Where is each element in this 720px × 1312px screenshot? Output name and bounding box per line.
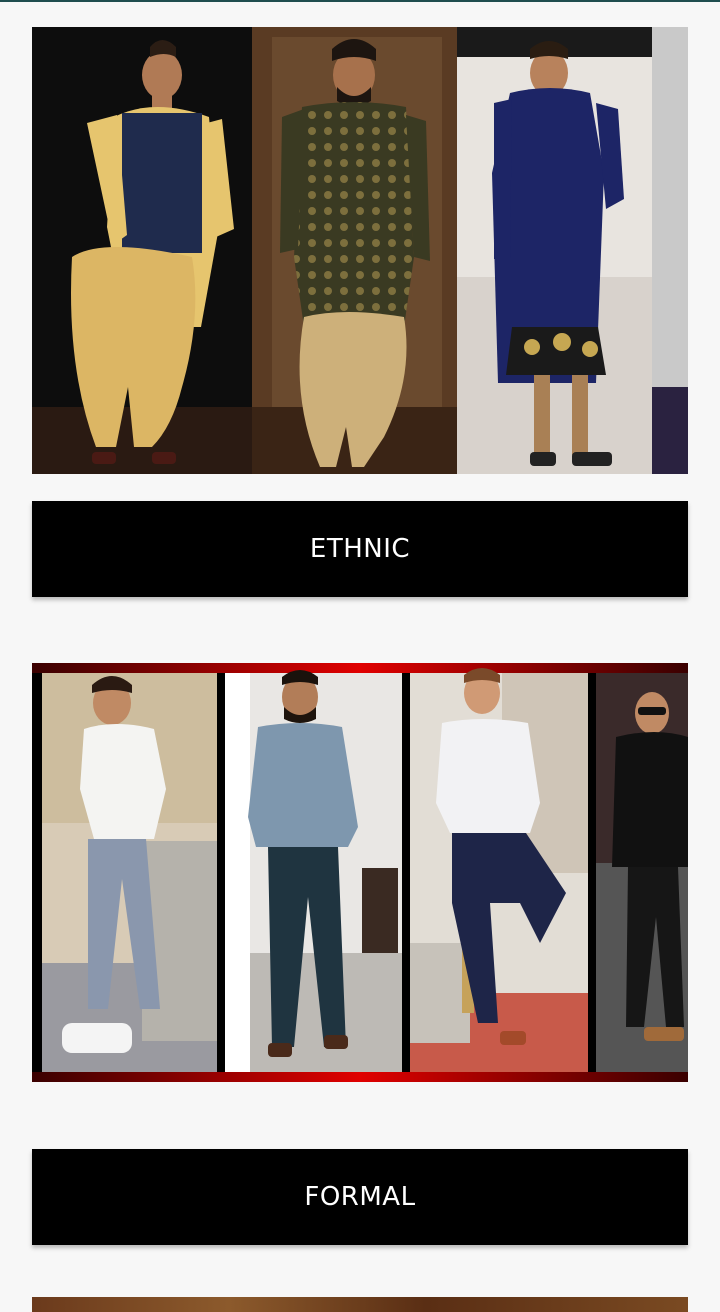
formal-category-label: FORMAL — [304, 1182, 416, 1212]
next-category-image[interactable] — [32, 1297, 688, 1312]
ethnic-collage-illustration — [32, 27, 688, 474]
formal-category-button[interactable]: FORMAL — [32, 1149, 688, 1245]
ethnic-category-image[interactable] — [32, 27, 688, 474]
formal-collage-illustration — [32, 663, 688, 1082]
ethnic-category-button[interactable]: ETHNIC — [32, 501, 688, 597]
ethnic-category-label: ETHNIC — [309, 534, 411, 564]
formal-category-image[interactable] — [32, 663, 688, 1082]
status-divider — [0, 0, 720, 2]
